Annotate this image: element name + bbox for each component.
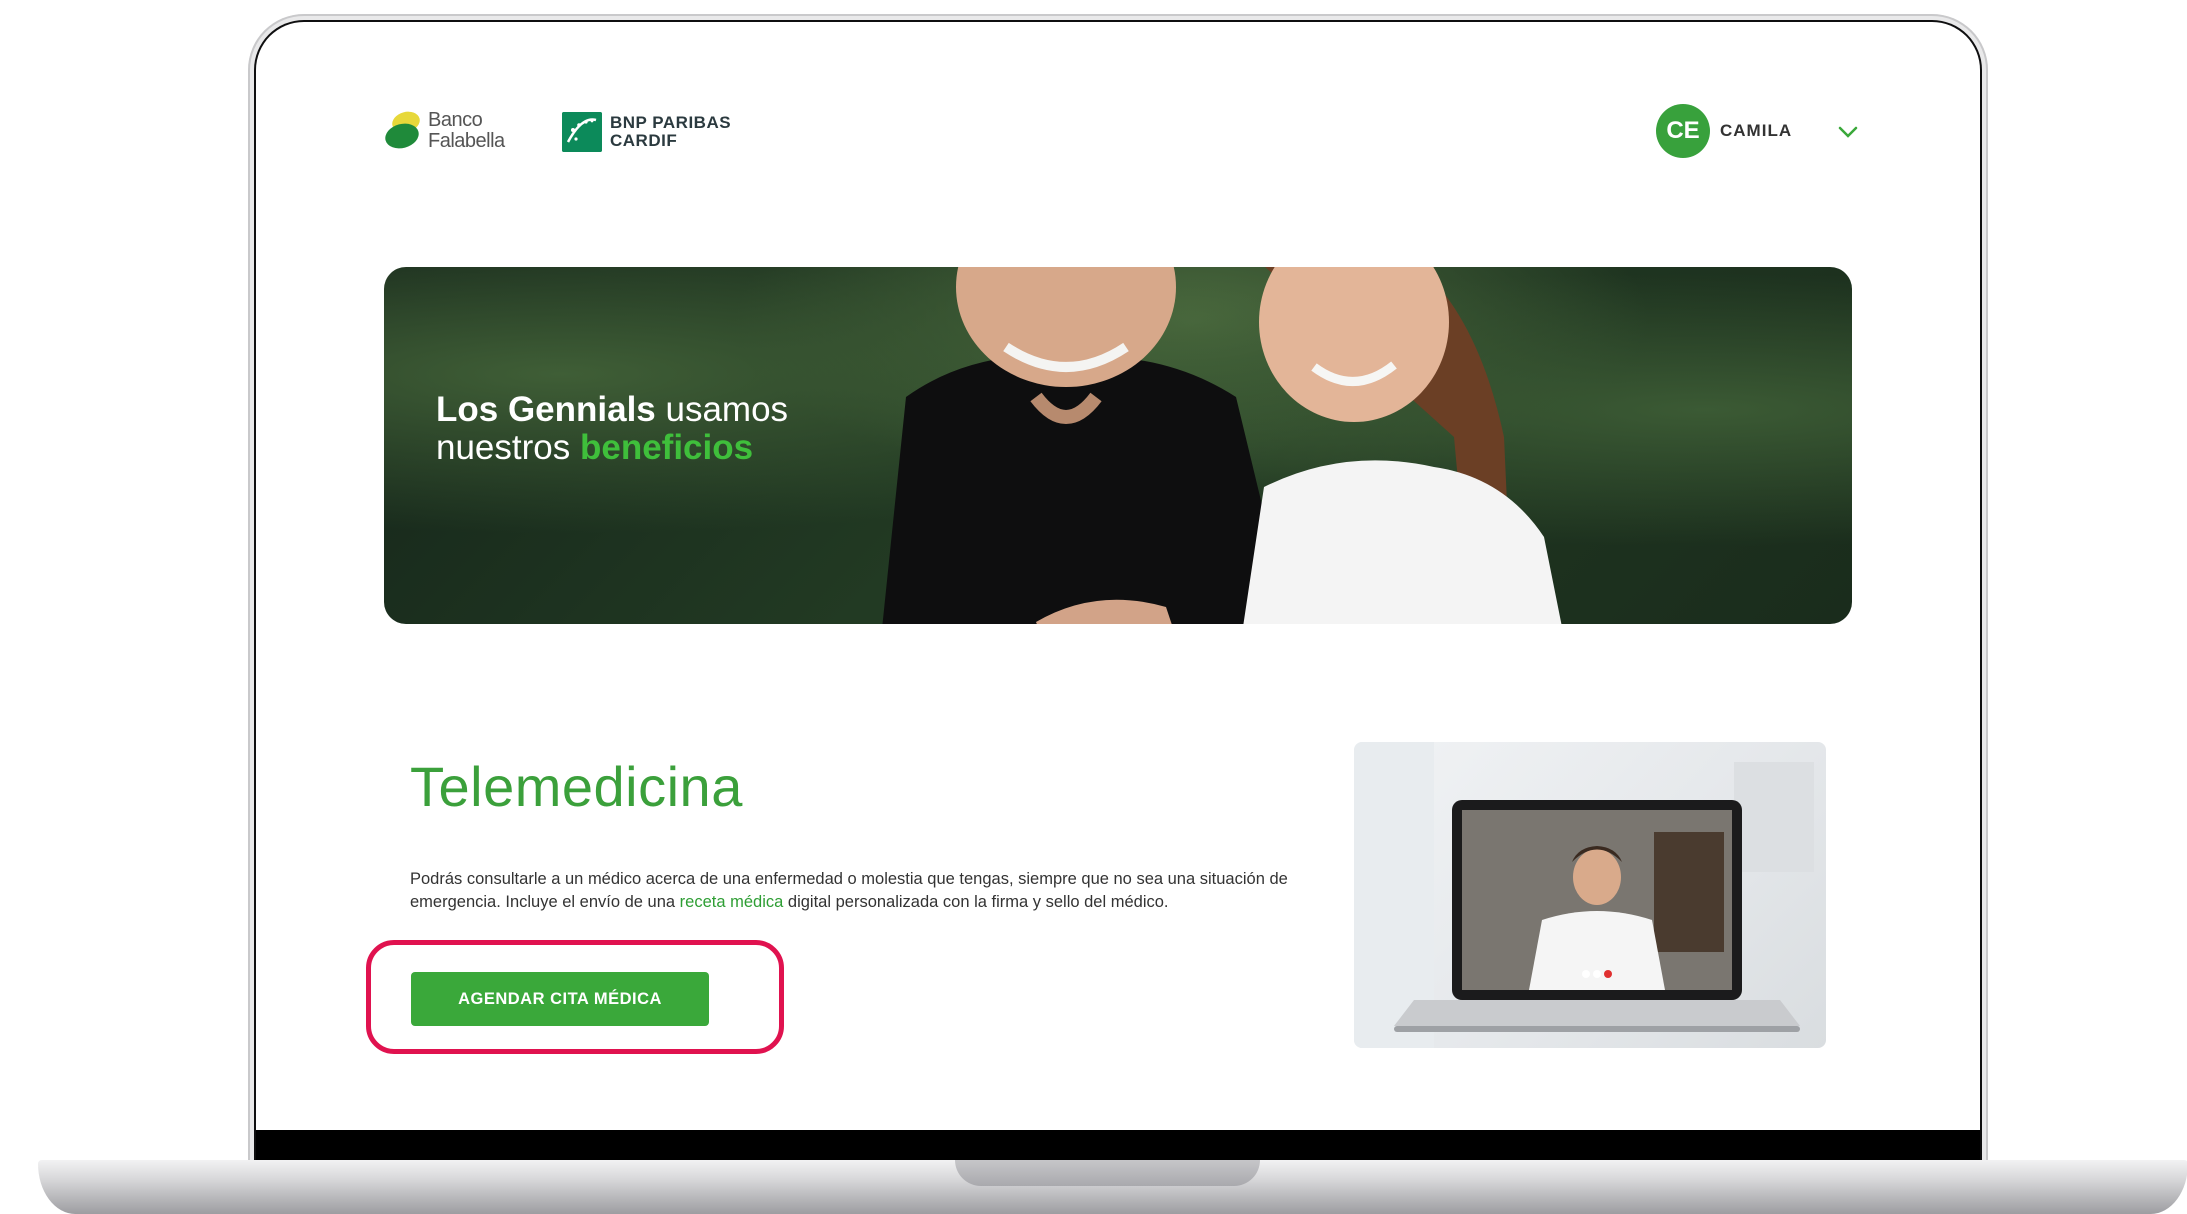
bnp-paribas-cardif-logo[interactable]: BNP PARIBAS CARDIF — [562, 112, 762, 154]
falabella-logo-text: Banco Falabella — [428, 109, 505, 152]
telemedicina-description: Podrás consultarle a un médico acerca de… — [410, 870, 1288, 911]
hero-headline: Los Gennials usamos nuestros beneficios — [436, 390, 789, 467]
bnp-stars-icon — [562, 112, 602, 152]
avatar: CE — [1656, 104, 1710, 158]
hero-banner: Los Gennials usamos nuestros beneficios — [384, 267, 1852, 624]
footer-bar — [256, 1130, 1980, 1162]
laptop-doctor-illustration — [1354, 742, 1814, 1048]
laptop-base-notch — [955, 1160, 1260, 1186]
receta-medica-link[interactable]: receta médica — [680, 893, 784, 911]
page-title: Telemedicina — [410, 755, 743, 818]
woman-figure-illustration — [1243, 267, 1562, 624]
doctor-laptop-image — [1354, 742, 1826, 1048]
agendar-cita-button[interactable]: AGENDAR CITA MÉDICA — [411, 972, 709, 1026]
user-name: CAMILA — [1720, 121, 1793, 140]
chevron-down-icon[interactable] — [1836, 120, 1860, 144]
bnp-logo-text: BNP PARIBAS CARDIF — [610, 113, 732, 150]
browser-screen: Banco Falabella BNP PARIBAS CARDIF CE CA… — [256, 22, 1980, 1162]
banco-falabella-logo[interactable]: Banco Falabella — [384, 108, 534, 158]
user-menu[interactable]: CE CAMILA — [1656, 102, 1886, 162]
falabella-leaf-icon — [385, 111, 420, 149]
